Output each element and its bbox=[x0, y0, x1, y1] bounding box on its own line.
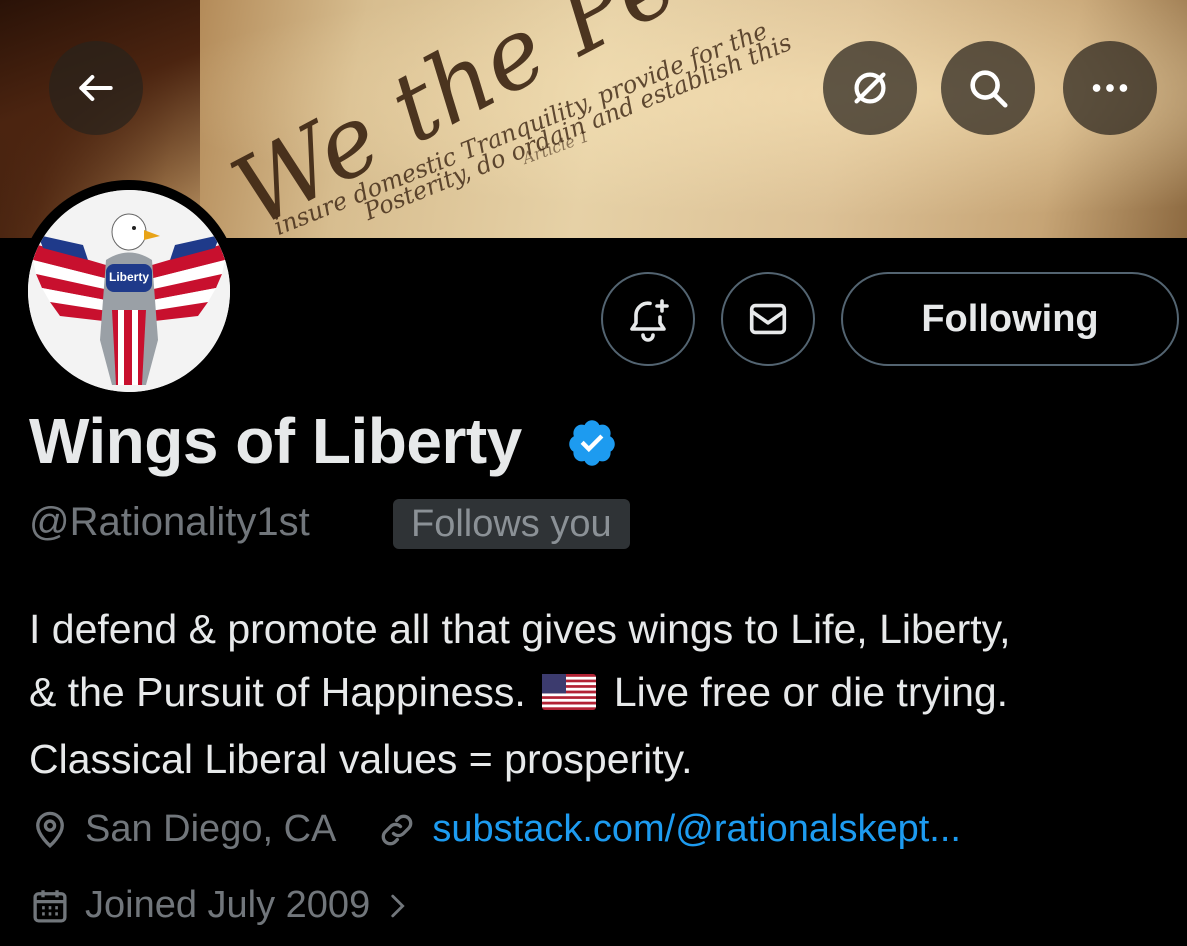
envelope-icon bbox=[749, 303, 787, 335]
eagle-logo-icon bbox=[28, 190, 230, 392]
profile-bio: I defend & promote all that gives wings … bbox=[29, 598, 1179, 791]
following-button[interactable]: Following bbox=[841, 272, 1179, 366]
chevron-right-icon bbox=[391, 894, 405, 917]
location-text: San Diego, CA bbox=[85, 808, 337, 850]
avatar-badge-label: Liberty bbox=[108, 270, 149, 284]
bio-line: I defend & promote all that gives wings … bbox=[29, 606, 1011, 652]
bio-line: & the Pursuit of Happiness. Live free or… bbox=[29, 661, 1179, 728]
verified-badge-icon bbox=[569, 420, 615, 466]
ellipsis-icon bbox=[1092, 84, 1128, 92]
avatar[interactable] bbox=[18, 180, 240, 402]
more-button[interactable] bbox=[1063, 41, 1157, 135]
location-pin-icon bbox=[36, 811, 64, 848]
bell-plus-icon bbox=[630, 299, 669, 342]
search-button[interactable] bbox=[941, 41, 1035, 135]
grok-button[interactable] bbox=[823, 41, 917, 135]
search-icon bbox=[970, 70, 1008, 108]
us-flag-icon bbox=[541, 665, 596, 728]
joined-item[interactable]: Joined July 2009 bbox=[29, 884, 428, 927]
notifications-button[interactable] bbox=[601, 272, 695, 366]
calendar-icon bbox=[33, 889, 67, 923]
display-name: Wings of Liberty bbox=[29, 405, 522, 477]
grok-icon bbox=[854, 72, 886, 104]
bio-line: Classical Liberal values = prosperity. bbox=[29, 736, 693, 782]
profile-handle: @Rationality1st bbox=[29, 500, 310, 544]
joined-text: Joined July 2009 bbox=[85, 884, 371, 926]
follows-you-badge: Follows you bbox=[393, 499, 630, 549]
link-icon bbox=[382, 814, 413, 845]
profile-meta-row: San Diego, CA substack.com/@rationalskep… bbox=[29, 808, 961, 851]
back-button[interactable] bbox=[49, 41, 143, 135]
bio-text: Live free or die trying. bbox=[613, 669, 1009, 715]
website-item[interactable]: substack.com/@rationalskept... bbox=[376, 808, 961, 851]
bio-text: & the Pursuit of Happiness. bbox=[29, 669, 526, 715]
location-item: San Diego, CA bbox=[29, 808, 336, 851]
avatar-image bbox=[28, 190, 230, 392]
arrow-left-icon bbox=[79, 74, 113, 102]
message-button[interactable] bbox=[721, 272, 815, 366]
profile-meta-row: Joined July 2009 bbox=[29, 884, 428, 927]
website-link[interactable]: substack.com/@rationalskept... bbox=[432, 808, 961, 851]
